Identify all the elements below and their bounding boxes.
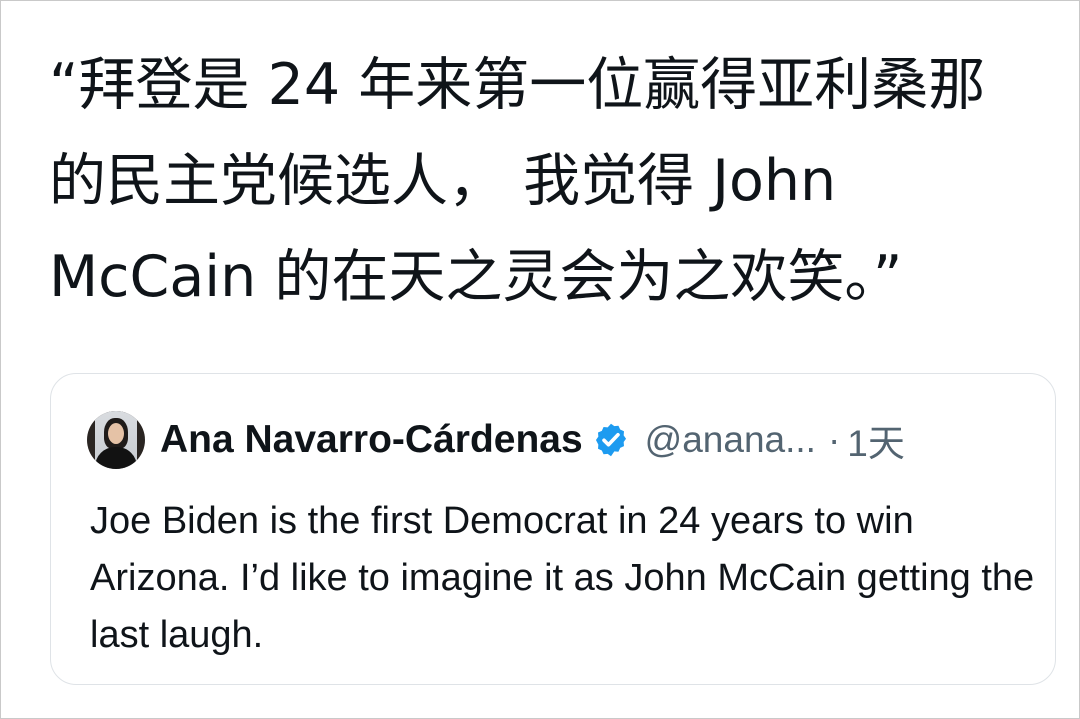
quoted-tweet-text: Joe Biden is the first Democrat in 24 ye… bbox=[90, 500, 1035, 656]
quoted-tweet-header: Ana Navarro-Cárdenas @anana... · 1天 bbox=[87, 408, 905, 472]
avatar-body bbox=[95, 447, 137, 469]
separator-dot: · bbox=[827, 419, 841, 460]
verified-badge-icon bbox=[595, 423, 626, 457]
avatar[interactable] bbox=[87, 411, 145, 469]
quoted-display-name[interactable]: Ana Navarro-Cárdenas bbox=[160, 418, 583, 462]
quoted-tweet-card[interactable]: Ana Navarro-Cárdenas @anana... · 1天 Joe … bbox=[50, 373, 1056, 685]
avatar-face bbox=[108, 423, 124, 444]
tweet-screenshot: “拜登是 24 年来第一位赢得亚利桑那的民主党候选人， 我觉得 John McC… bbox=[0, 0, 1080, 719]
quoted-timestamp[interactable]: 1天 bbox=[847, 413, 905, 467]
tweet-text: “拜登是 24 年来第一位赢得亚利桑那的民主党候选人， 我觉得 John McC… bbox=[49, 52, 986, 310]
quoted-handle[interactable]: @anana... bbox=[645, 419, 816, 461]
